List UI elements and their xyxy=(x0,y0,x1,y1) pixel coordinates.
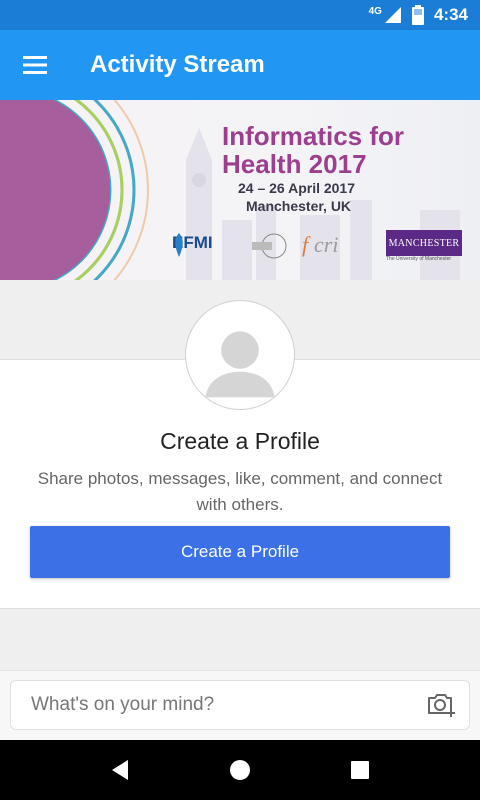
app-bar: Activity Stream xyxy=(0,30,480,100)
recents-button[interactable] xyxy=(340,750,380,790)
network-type: 4G xyxy=(368,5,382,17)
status-input[interactable]: What's on your mind? xyxy=(10,680,470,730)
banner-title-line1: Informatics for xyxy=(222,121,405,151)
home-icon xyxy=(230,760,250,780)
recents-icon xyxy=(351,761,369,779)
signal-icon xyxy=(384,6,402,24)
back-icon xyxy=(112,760,128,780)
status-bar: 4G 4:34 xyxy=(0,0,480,30)
battery-icon xyxy=(411,5,424,25)
menu-button[interactable] xyxy=(0,30,70,100)
svg-text:cri: cri xyxy=(314,232,338,257)
partner-logo-icon xyxy=(252,233,287,259)
banner-title-line2: Health 2017 xyxy=(222,149,367,179)
efmi-logo-icon xyxy=(175,233,183,257)
banner-title: Informatics for Health 2017 xyxy=(222,122,404,178)
svg-text:f: f xyxy=(302,232,311,257)
create-profile-button[interactable]: Create a Profile xyxy=(30,526,450,578)
conference-banner[interactable]: Informatics for Health 2017 24 – 26 Apri… xyxy=(0,100,480,280)
efmi-logo: EFMI xyxy=(172,233,213,257)
system-nav-bar xyxy=(0,740,480,800)
banner-location: Manchester, UK xyxy=(246,198,352,214)
banner-dates: 24 – 26 April 2017 xyxy=(238,180,356,196)
status-input-placeholder: What's on your mind? xyxy=(31,694,215,715)
avatar xyxy=(185,300,295,410)
hamburger-menu-icon xyxy=(23,56,47,74)
create-profile-description: Share photos, messages, like, comment, a… xyxy=(37,469,443,514)
manchester-logo: MANCHESTER xyxy=(386,230,462,256)
page-title: Activity Stream xyxy=(90,51,265,78)
home-button[interactable] xyxy=(220,750,260,790)
manchester-logo-caption: The University of Manchester xyxy=(386,256,452,262)
create-profile-heading: Create a Profile xyxy=(160,428,320,454)
camera-add-icon xyxy=(428,694,455,717)
fcri-logo-icon: f cri xyxy=(302,232,338,257)
default-avatar-icon xyxy=(205,331,275,398)
status-time: 4:34 xyxy=(433,5,468,24)
back-button[interactable] xyxy=(100,750,140,790)
camera-button[interactable] xyxy=(424,690,458,720)
